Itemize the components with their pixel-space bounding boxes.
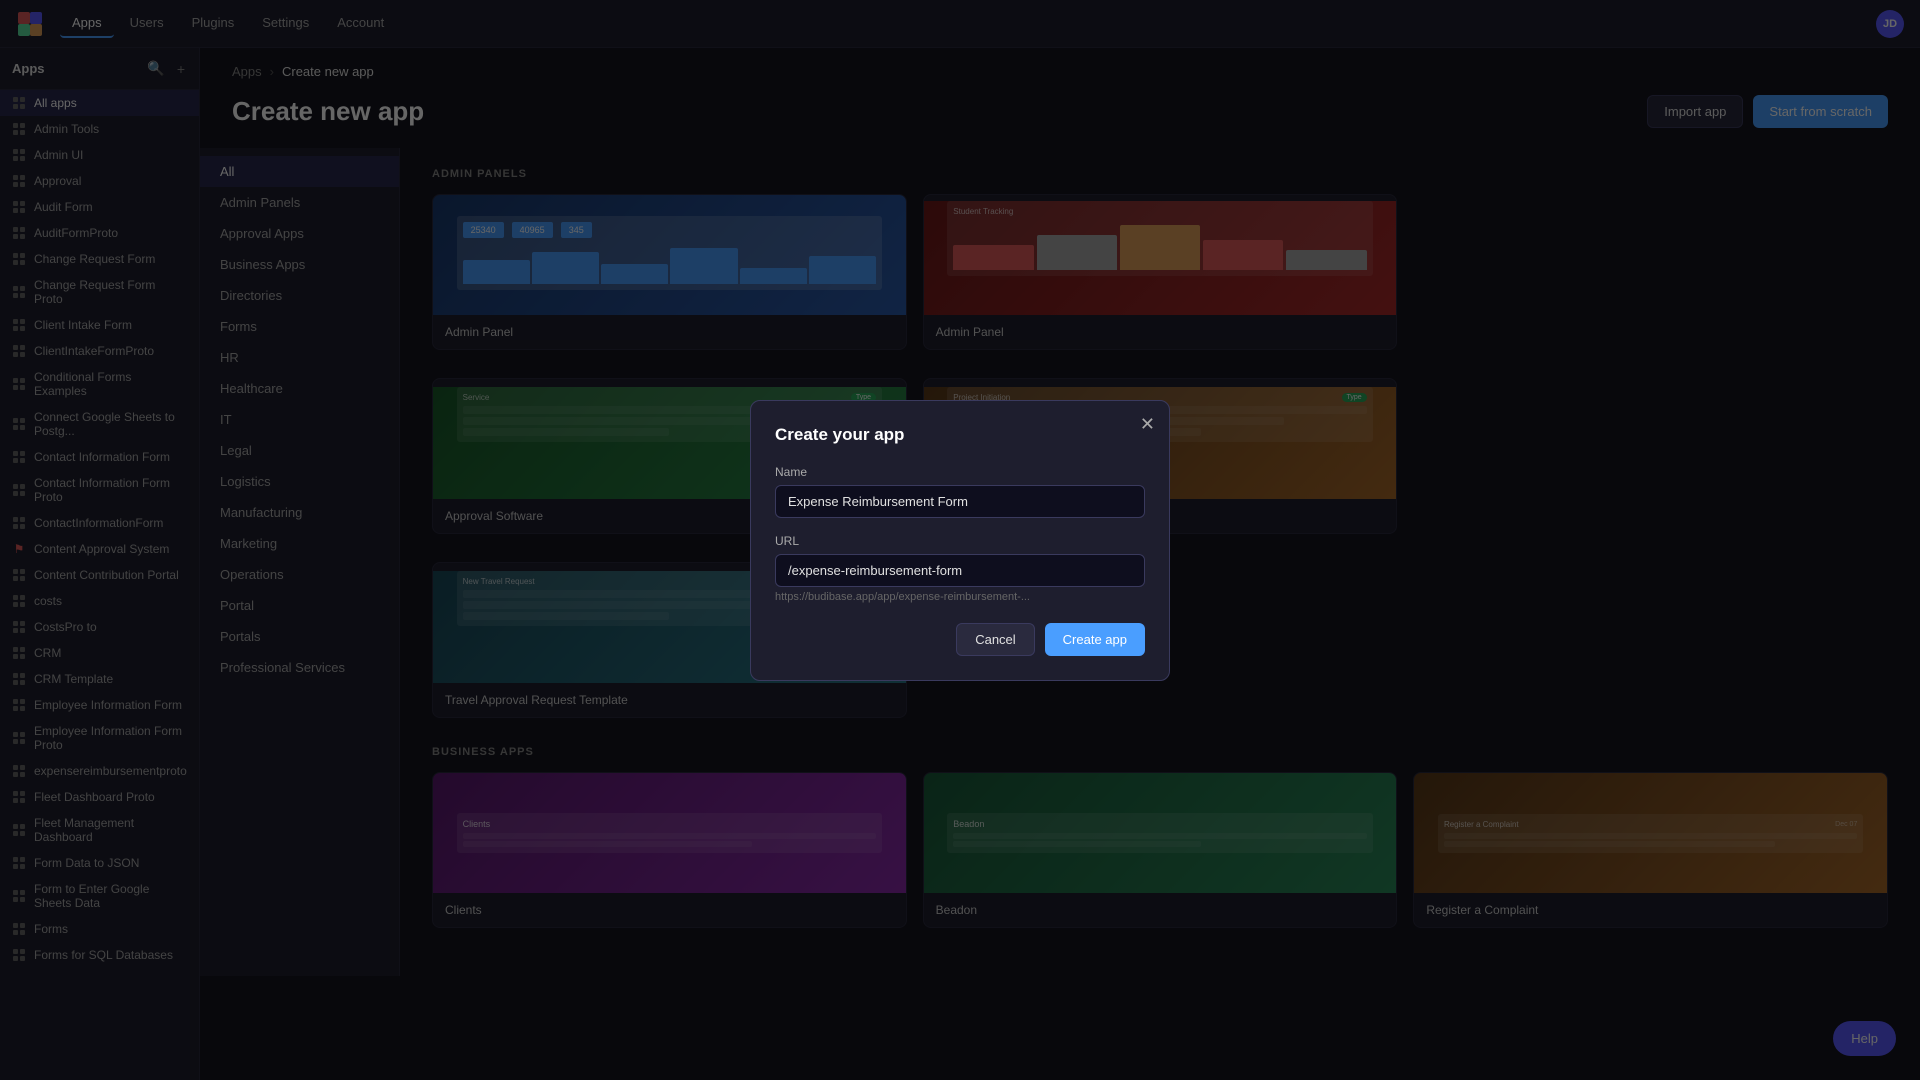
name-form-group: Name bbox=[775, 465, 1145, 518]
create-app-modal: ✕ Create your app Name URL https://budib… bbox=[750, 400, 1170, 681]
modal-overlay: ✕ Create your app Name URL https://budib… bbox=[0, 0, 1920, 1080]
modal-title: Create your app bbox=[775, 425, 1145, 445]
url-label: URL bbox=[775, 534, 1145, 548]
modal-close-button[interactable]: ✕ bbox=[1140, 415, 1155, 433]
cancel-button[interactable]: Cancel bbox=[956, 623, 1034, 656]
app-url-input[interactable] bbox=[775, 554, 1145, 587]
app-name-input[interactable] bbox=[775, 485, 1145, 518]
create-app-button[interactable]: Create app bbox=[1045, 623, 1145, 656]
url-hint: https://budibase.app/app/expense-reimbur… bbox=[775, 591, 1145, 603]
modal-actions: Cancel Create app bbox=[775, 623, 1145, 656]
url-form-group: URL https://budibase.app/app/expense-rei… bbox=[775, 534, 1145, 603]
name-label: Name bbox=[775, 465, 1145, 479]
